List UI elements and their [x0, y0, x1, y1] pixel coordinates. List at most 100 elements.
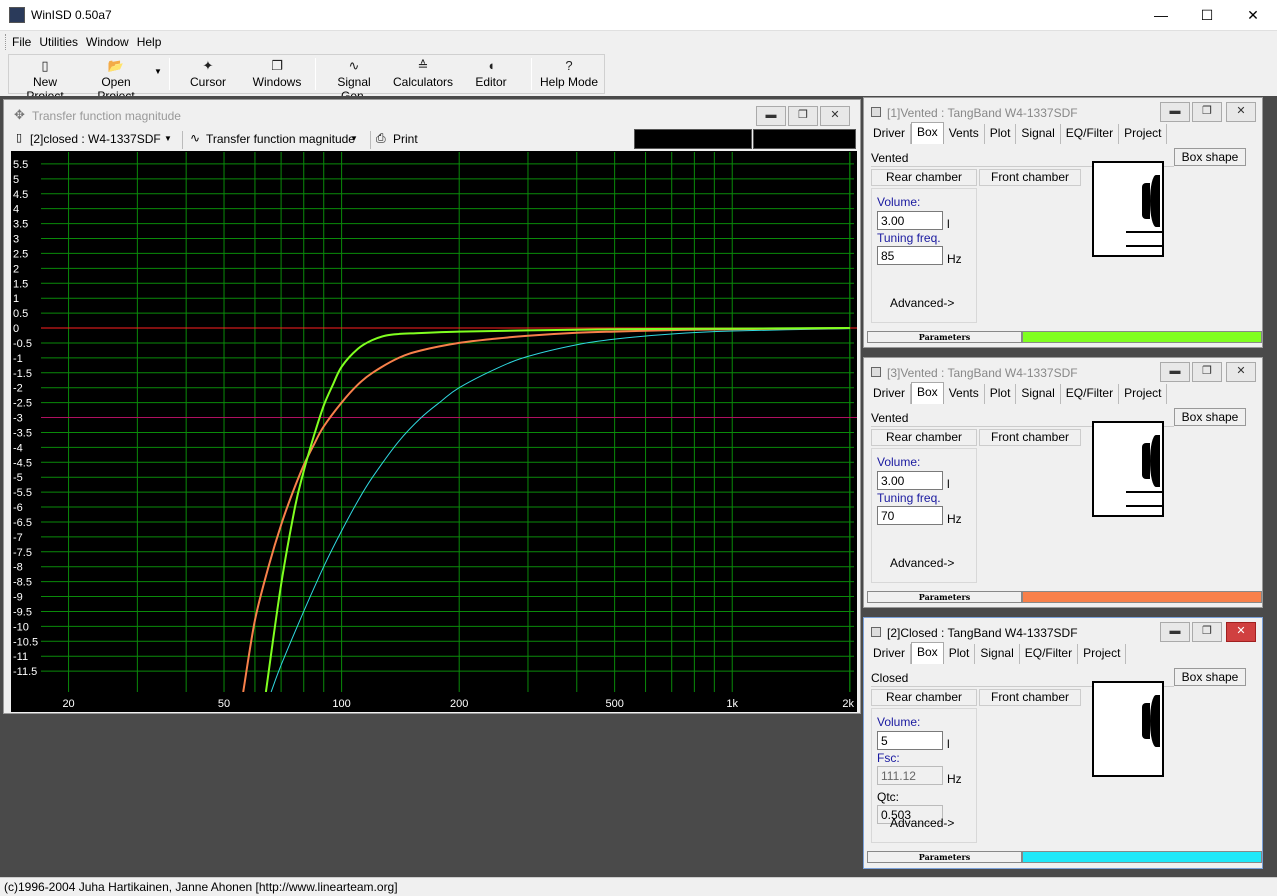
menu-help[interactable]: Help [133, 32, 166, 53]
cursor-button[interactable]: ✦ Cursor [179, 55, 237, 93]
open-project-dropdown-icon[interactable]: ▼ [154, 67, 162, 76]
y-tick-label: 0 [13, 323, 19, 335]
series-color-bar[interactable] [1022, 331, 1262, 343]
y-tick-label: -11 [13, 651, 28, 663]
print-button[interactable]: ⎙ Print [376, 131, 424, 149]
open-project-button[interactable]: 📂 Open Project [81, 55, 151, 103]
tab-signal[interactable]: Signal [975, 644, 1020, 664]
tab-eq-filter[interactable]: EQ/Filter [1020, 644, 1079, 664]
tab-vents[interactable]: Vents [944, 384, 985, 404]
advanced-button[interactable]: Advanced-> [890, 296, 954, 310]
box-shape-button[interactable]: Box shape [1174, 408, 1246, 426]
tab-signal[interactable]: Signal [1016, 384, 1061, 404]
panel-close-button[interactable]: ✕ [1226, 622, 1256, 642]
tuning-freq-label: Tuning freq. [877, 491, 941, 505]
tab-box[interactable]: Box [911, 642, 944, 664]
panel-minimize-button[interactable]: ▬ [1160, 102, 1190, 122]
volume-unit: l [947, 217, 950, 231]
qtc-label: Qtc: [877, 790, 900, 804]
y-tick-label: 4 [13, 204, 19, 216]
calculators-button[interactable]: ≙ Calculators [393, 55, 453, 93]
panel-title: [3]Vented : TangBand W4-1337SDF [887, 366, 1078, 380]
project-panel-2: [2]Closed : TangBand W4-1337SDF ▬ ❐ ✕ Dr… [863, 617, 1263, 869]
panel-restore-button[interactable]: ❐ [1192, 622, 1222, 642]
parameters-label: Parameters [867, 591, 1022, 603]
tab-driver[interactable]: Driver [868, 644, 911, 664]
menu-window[interactable]: Window [82, 32, 133, 53]
panel-minimize-button[interactable]: ▬ [1160, 622, 1190, 642]
advanced-button[interactable]: Advanced-> [890, 556, 954, 570]
tab-signal[interactable]: Signal [1016, 124, 1061, 144]
graph-restore-button[interactable]: ❐ [788, 106, 818, 126]
tab-box[interactable]: Box [911, 382, 944, 404]
panel-restore-button[interactable]: ❐ [1192, 102, 1222, 122]
y-tick-label: 0.5 [13, 308, 28, 320]
panel-icon [871, 627, 881, 637]
tab-project[interactable]: Project [1119, 384, 1168, 404]
volume-input[interactable]: 5 [877, 731, 943, 750]
windows-button[interactable]: ❐ Windows [247, 55, 307, 93]
volume-input[interactable]: 3.00 [877, 211, 943, 230]
tuning-freq-unit: Hz [947, 512, 962, 526]
move-handle-icon[interactable]: ✥ [14, 107, 25, 123]
project-select[interactable]: ▯ [2]closed : W4-1337SDF ▼ [14, 131, 179, 149]
toolbar-separator [182, 131, 183, 149]
panel-close-button[interactable]: ✕ [1226, 102, 1256, 122]
tab-driver[interactable]: Driver [868, 124, 911, 144]
volume-unit: l [947, 477, 950, 491]
series-color-bar[interactable] [1022, 591, 1262, 603]
menu-file[interactable]: File [8, 32, 35, 53]
panel-close-button[interactable]: ✕ [1226, 362, 1256, 382]
editor-button[interactable]: ◖ Editor [469, 55, 513, 93]
tab-vents[interactable]: Vents [944, 124, 985, 144]
new-project-button[interactable]: ▯ New Project [13, 55, 77, 103]
rear-chamber-button[interactable]: Rear chamber [871, 689, 977, 706]
volume-unit: l [947, 737, 950, 751]
close-button[interactable]: ✕ [1230, 0, 1276, 31]
advanced-button[interactable]: Advanced-> [890, 816, 954, 830]
closed-box-diagram [1092, 681, 1164, 777]
tuning-freq-input[interactable]: 70 [877, 506, 943, 525]
box-shape-button[interactable]: Box shape [1174, 668, 1246, 686]
tab-eq-filter[interactable]: EQ/Filter [1061, 124, 1120, 144]
transfer-function-chart[interactable]: 5.5 5 4.5 4 3.5 3 2.5 2 1.5 1 0.5 0 -0.5 -1 -1.5 -2 -2.5… [11, 151, 857, 712]
status-bar: (c)1996-2004 Juha Hartikainen, Janne Aho… [0, 877, 1277, 896]
fsc-readout: 111.12 [877, 766, 943, 785]
plot-type-value: Transfer function magnitude [206, 132, 355, 146]
series-color-bar[interactable] [1022, 851, 1262, 863]
graph-minimize-button[interactable]: ▬ [756, 106, 786, 126]
tab-project[interactable]: Project [1078, 644, 1127, 664]
x-tick-label: 500 [605, 698, 623, 710]
panel-minimize-button[interactable]: ▬ [1160, 362, 1190, 382]
y-tick-label: -9.5 [13, 606, 32, 618]
tab-driver[interactable]: Driver [868, 384, 911, 404]
maximize-button[interactable]: ☐ [1184, 0, 1230, 31]
minimize-button[interactable]: — [1138, 0, 1184, 31]
tab-plot[interactable]: Plot [944, 644, 976, 664]
plot-type-select[interactable]: ∿ Transfer function magnitude ▼ [188, 131, 366, 149]
front-chamber-button[interactable]: Front chamber [979, 429, 1081, 446]
plot-area[interactable]: 5.5 5 4.5 4 3.5 3 2.5 2 1.5 1 0.5 0 -0.5 -1 -1.5 -2 -2.5… [11, 151, 857, 712]
signal-gen-button[interactable]: ∿ Signal Gen. [323, 55, 385, 103]
y-tick-label: -9 [13, 592, 23, 604]
parameters-label: Parameters [867, 331, 1022, 343]
tab-plot[interactable]: Plot [985, 384, 1017, 404]
y-tick-label: 3 [13, 234, 19, 246]
tab-project[interactable]: Project [1119, 124, 1168, 144]
rear-chamber-button[interactable]: Rear chamber [871, 429, 977, 446]
tab-eq-filter[interactable]: EQ/Filter [1061, 384, 1120, 404]
box-shape-button[interactable]: Box shape [1174, 148, 1246, 166]
tuning-freq-input[interactable]: 85 [877, 246, 943, 265]
menu-utilities[interactable]: Utilities [35, 32, 82, 53]
help-mode-button[interactable]: ? Help Mode [539, 55, 599, 93]
volume-input[interactable]: 3.00 [877, 471, 943, 490]
front-chamber-button[interactable]: Front chamber [979, 689, 1081, 706]
front-chamber-button[interactable]: Front chamber [979, 169, 1081, 186]
rear-chamber-button[interactable]: Rear chamber [871, 169, 977, 186]
tab-plot[interactable]: Plot [985, 124, 1017, 144]
speaker-icon: ▯ [16, 132, 23, 144]
graph-close-button[interactable]: ✕ [820, 106, 850, 126]
panel-restore-button[interactable]: ❐ [1192, 362, 1222, 382]
tab-box[interactable]: Box [911, 122, 944, 144]
vented-box-diagram [1092, 421, 1164, 517]
